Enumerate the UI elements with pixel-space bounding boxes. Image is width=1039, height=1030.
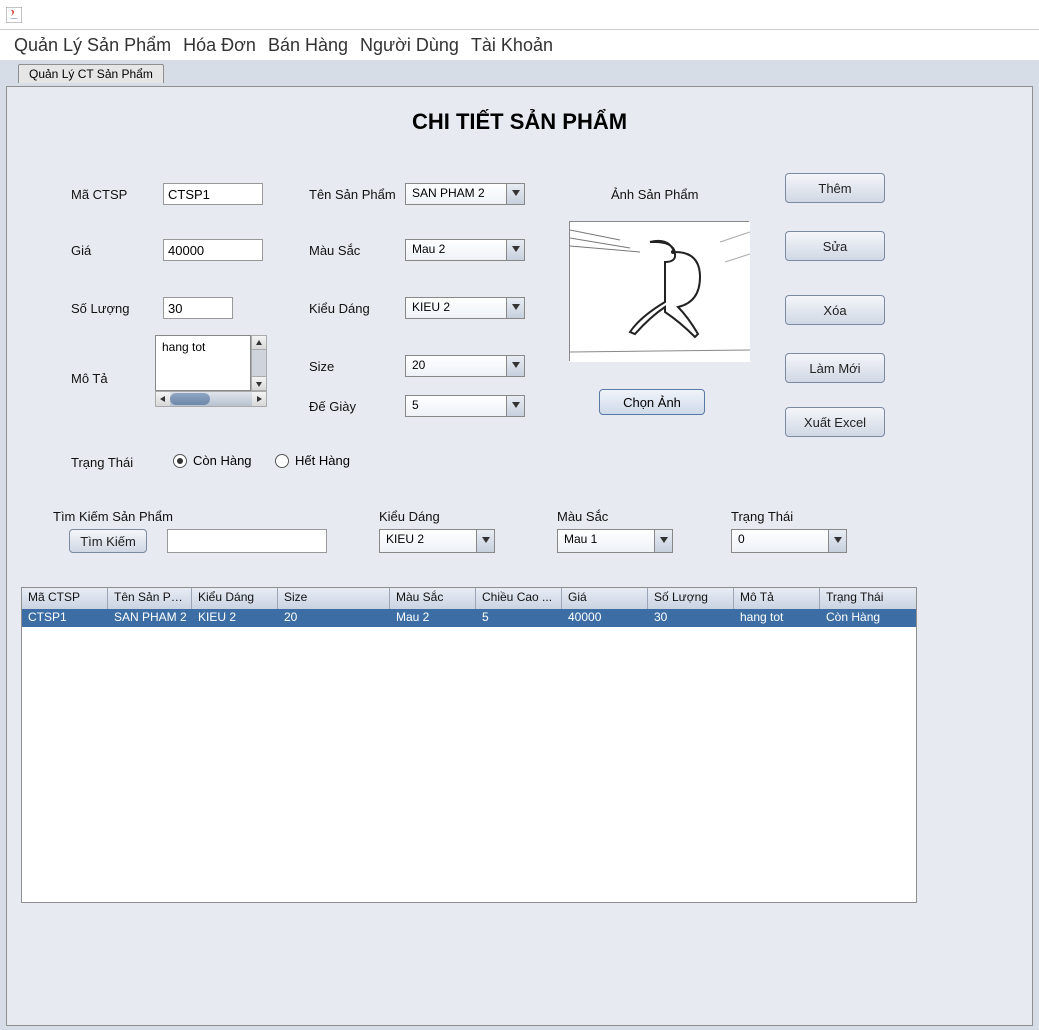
chevron-down-icon[interactable] bbox=[507, 355, 525, 377]
label-so-luong: Số Lượng bbox=[71, 301, 129, 316]
menu-item-invoices[interactable]: Hóa Đơn bbox=[183, 35, 256, 56]
combo-mau-sac[interactable]: Mau 2 bbox=[405, 239, 525, 261]
label-trang-thai: Trạng Thái bbox=[71, 455, 133, 470]
export-excel-button[interactable]: Xuất Excel bbox=[785, 407, 885, 437]
delete-button[interactable]: Xóa bbox=[785, 295, 885, 325]
table-row[interactable]: CTSP1 SAN PHAM 2 KIEU 2 20 Mau 2 5 40000… bbox=[22, 609, 916, 627]
tab-ctsp[interactable]: Quản Lý CT Sản Phẩm bbox=[18, 64, 164, 83]
label-mau-sac: Màu Sắc bbox=[309, 243, 360, 258]
label-anh-sp: Ảnh Sản Phẩm bbox=[611, 187, 698, 202]
scroll-left-icon[interactable] bbox=[156, 392, 170, 406]
combo-ten-sp[interactable]: SAN PHAM 2 bbox=[405, 183, 525, 205]
combo-kieu-dang[interactable]: KIEU 2 bbox=[405, 297, 525, 319]
label-search: Tìm Kiếm Sản Phẩm bbox=[53, 509, 173, 524]
th-gia[interactable]: Giá bbox=[562, 588, 648, 609]
th-cao[interactable]: Chiều Cao ... bbox=[476, 588, 562, 609]
search-input[interactable] bbox=[167, 529, 327, 553]
input-gia[interactable] bbox=[163, 239, 263, 261]
menubar: Quản Lý Sản Phẩm Hóa Đơn Bán Hàng Người … bbox=[0, 30, 1039, 60]
menu-item-sales[interactable]: Bán Hàng bbox=[268, 35, 348, 56]
chevron-down-icon[interactable] bbox=[507, 239, 525, 261]
scroll-track-h[interactable] bbox=[170, 392, 252, 406]
combo-search-mau[interactable]: Mau 1 bbox=[557, 529, 673, 553]
label-size: Size bbox=[309, 359, 334, 374]
menu-item-users[interactable]: Người Dùng bbox=[360, 35, 459, 56]
app-icon bbox=[6, 7, 22, 23]
scrollbar-horizontal[interactable] bbox=[155, 391, 267, 407]
label-de-giay: Đế Giày bbox=[309, 399, 356, 414]
th-ten[interactable]: Tên Sản Ph... bbox=[108, 588, 192, 609]
label-gia: Giá bbox=[71, 243, 91, 258]
th-mota[interactable]: Mô Tả bbox=[734, 588, 820, 609]
label-mo-ta: Mô Tả bbox=[71, 371, 108, 386]
table-header: Mã CTSP Tên Sản Ph... Kiểu Dáng Size Màu… bbox=[22, 588, 916, 609]
search-button[interactable]: Tìm Kiếm bbox=[69, 529, 147, 553]
radio-con-hang[interactable]: Còn Hàng bbox=[173, 453, 252, 468]
label-kieu-dang: Kiểu Dáng bbox=[309, 301, 370, 316]
th-mau[interactable]: Màu Sắc bbox=[390, 588, 476, 609]
label-ten-sp: Tên Sản Phẩm bbox=[309, 187, 396, 202]
radio-het-hang[interactable]: Hết Hàng bbox=[275, 453, 350, 468]
textarea-mo-ta[interactable]: hang tot bbox=[155, 335, 251, 391]
th-sl[interactable]: Số Lượng bbox=[648, 588, 734, 609]
results-table[interactable]: Mã CTSP Tên Sản Ph... Kiểu Dáng Size Màu… bbox=[21, 587, 917, 903]
scroll-up-icon[interactable] bbox=[252, 336, 266, 350]
page-title: CHI TIẾT SẢN PHẨM bbox=[7, 109, 1032, 135]
label-search-kieu: Kiểu Dáng bbox=[379, 509, 440, 524]
chevron-down-icon[interactable] bbox=[655, 529, 673, 553]
tab-strip: Quản Lý CT Sản Phẩm bbox=[0, 64, 1039, 86]
menu-item-account[interactable]: Tài Khoản bbox=[471, 35, 553, 56]
th-kieu[interactable]: Kiểu Dáng bbox=[192, 588, 278, 609]
combo-search-tt[interactable]: 0 bbox=[731, 529, 847, 553]
scroll-track[interactable] bbox=[252, 350, 266, 376]
add-button[interactable]: Thêm bbox=[785, 173, 885, 203]
chevron-down-icon[interactable] bbox=[507, 183, 525, 205]
input-so-luong[interactable] bbox=[163, 297, 233, 319]
chevron-down-icon[interactable] bbox=[507, 297, 525, 319]
edit-button[interactable]: Sửa bbox=[785, 231, 885, 261]
radio-icon[interactable] bbox=[173, 454, 187, 468]
th-tt[interactable]: Trạng Thái bbox=[820, 588, 914, 609]
tab-content: CHI TIẾT SẢN PHẨM Mã CTSP Giá Số Lượng M… bbox=[6, 86, 1033, 1026]
combo-size[interactable]: 20 bbox=[405, 355, 525, 377]
scroll-right-icon[interactable] bbox=[252, 392, 266, 406]
chevron-down-icon[interactable] bbox=[477, 529, 495, 553]
scrollbar-vertical[interactable] bbox=[251, 335, 267, 391]
combo-search-kieu[interactable]: KIEU 2 bbox=[379, 529, 495, 553]
label-search-tt: Trạng Thái bbox=[731, 509, 793, 524]
th-size[interactable]: Size bbox=[278, 588, 390, 609]
refresh-button[interactable]: Làm Mới bbox=[785, 353, 885, 383]
th-ma[interactable]: Mã CTSP bbox=[22, 588, 108, 609]
combo-de-giay[interactable]: 5 bbox=[405, 395, 525, 417]
input-ma-ctsp[interactable] bbox=[163, 183, 263, 205]
image-preview bbox=[569, 221, 749, 361]
chevron-down-icon[interactable] bbox=[507, 395, 525, 417]
chevron-down-icon[interactable] bbox=[829, 529, 847, 553]
radio-icon[interactable] bbox=[275, 454, 289, 468]
menu-item-products[interactable]: Quản Lý Sản Phẩm bbox=[14, 35, 171, 56]
scroll-down-icon[interactable] bbox=[252, 376, 266, 390]
scroll-thumb[interactable] bbox=[170, 393, 210, 405]
window-titlebar bbox=[0, 0, 1039, 30]
choose-image-button[interactable]: Chọn Ảnh bbox=[599, 389, 705, 415]
label-search-mau: Màu Sắc bbox=[557, 509, 608, 524]
label-ma-ctsp: Mã CTSP bbox=[71, 187, 127, 202]
